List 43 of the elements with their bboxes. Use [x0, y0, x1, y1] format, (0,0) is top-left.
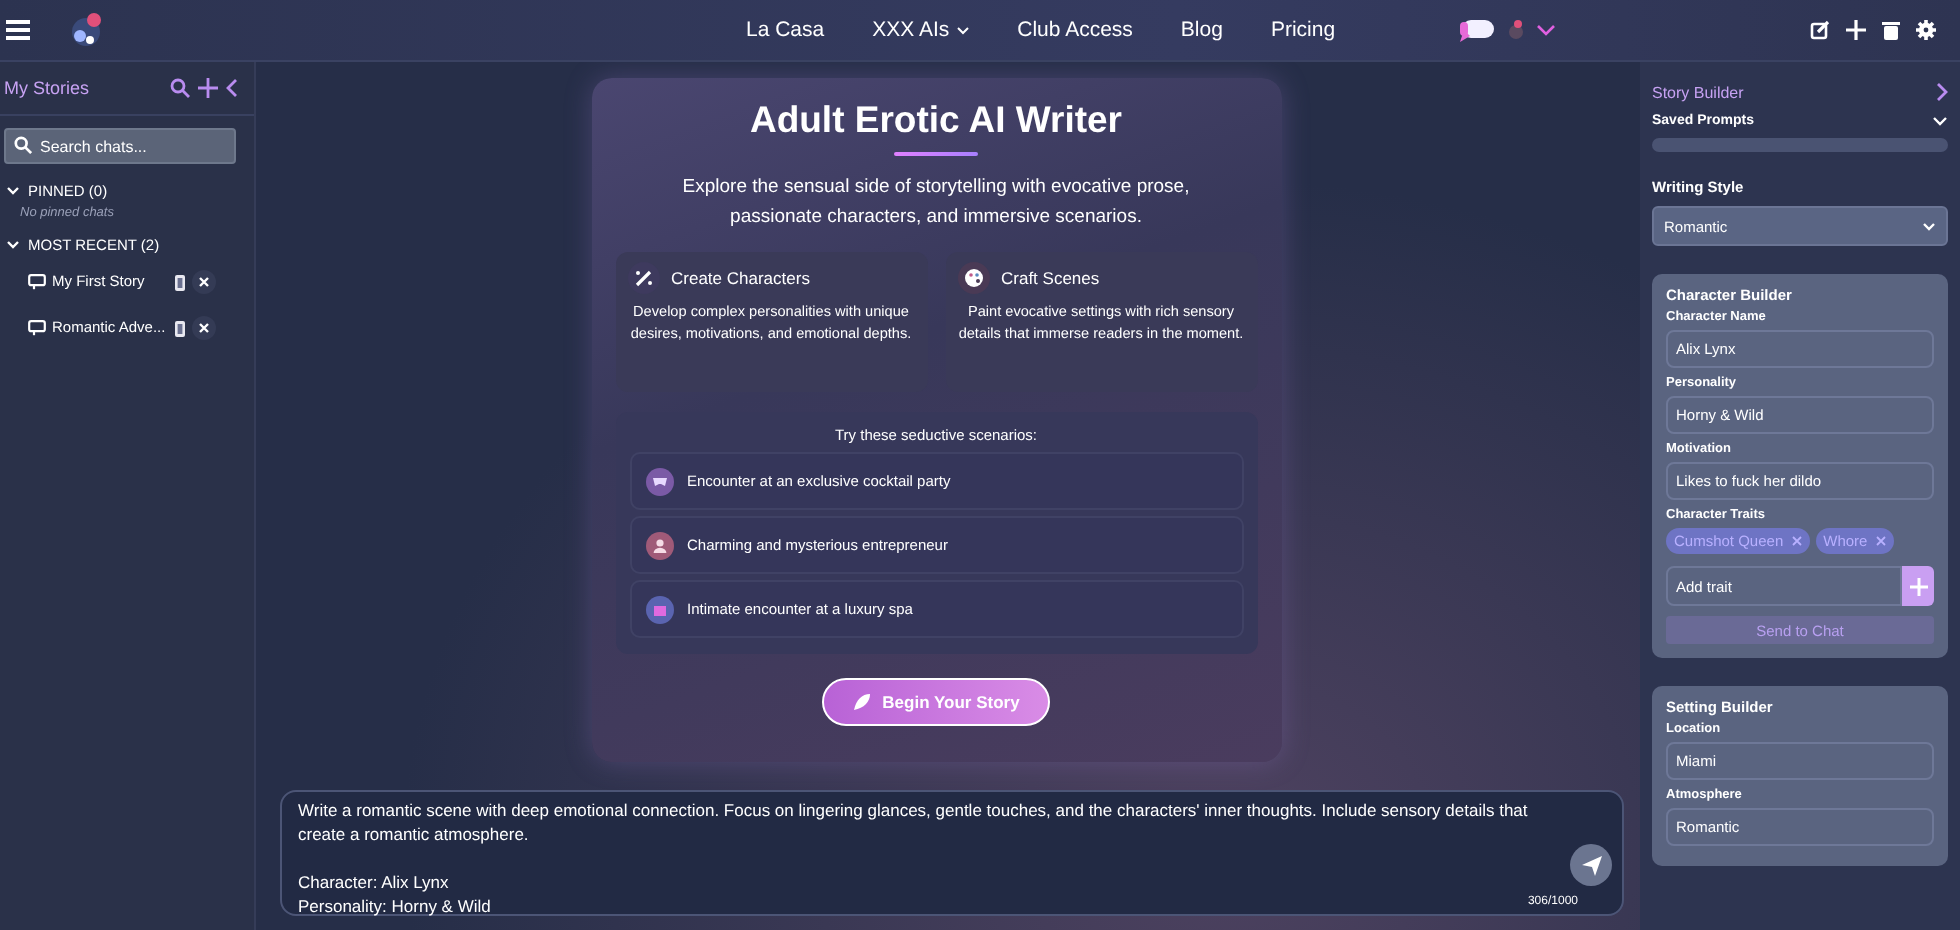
plus-icon [1909, 577, 1927, 595]
chevron-icon [6, 240, 20, 250]
edit-icon[interactable] [1810, 20, 1830, 40]
close-icon [198, 322, 210, 334]
menu-icon[interactable] [6, 20, 30, 40]
search-icon[interactable] [170, 78, 190, 98]
close-icon [198, 276, 210, 288]
chat-icon [28, 274, 46, 290]
avatar-icon[interactable] [1507, 20, 1524, 40]
nav-link[interactable]: Club Access [1017, 18, 1133, 42]
chevron-icon [6, 186, 20, 196]
send-button[interactable] [1570, 844, 1612, 886]
nav-link[interactable]: Blog [1180, 18, 1223, 42]
chat-bubble-icon[interactable] [1459, 18, 1496, 42]
sidebar-title: My Stories [4, 78, 90, 98]
feature-title: Create Characters [671, 268, 810, 288]
feature-title: Craft Scenes [1001, 268, 1100, 288]
nav-link[interactable]: XXX AIs [872, 18, 970, 42]
chevron-down-icon [1922, 221, 1936, 231]
logo-icon[interactable] [66, 10, 106, 50]
collapse-icon[interactable] [226, 78, 238, 98]
trash-icon[interactable] [1882, 20, 1900, 40]
close-button[interactable] [192, 270, 216, 294]
send-icon [1581, 855, 1601, 875]
close-button[interactable] [192, 316, 216, 340]
search-field[interactable]: Search chats... [4, 128, 236, 164]
magic-wand-icon [627, 262, 659, 294]
leaf-icon [852, 692, 873, 712]
page-title: Adult Erotic AI Writer [749, 98, 1123, 142]
settings-icon[interactable] [1916, 20, 1936, 40]
nav-link[interactable]: Pricing [1270, 18, 1336, 42]
chevron-right-icon[interactable] [1936, 82, 1948, 102]
subtitle: Explore the sensual side of storytelling with evocative prose, passionate characters, and immersive scenarios. [680, 174, 1192, 232]
panel-title: Story Builder [1652, 83, 1744, 101]
palette-icon [957, 262, 989, 294]
pin-icon[interactable] [174, 319, 186, 337]
chevron-icon [1932, 116, 1948, 126]
chat-icon [28, 320, 46, 336]
plus-icon[interactable] [198, 78, 218, 98]
chevron-down-icon [955, 25, 970, 35]
pin-icon[interactable] [174, 273, 186, 291]
chevron-down-icon[interactable] [1535, 24, 1556, 36]
nav-link[interactable]: La Casa [746, 18, 825, 42]
